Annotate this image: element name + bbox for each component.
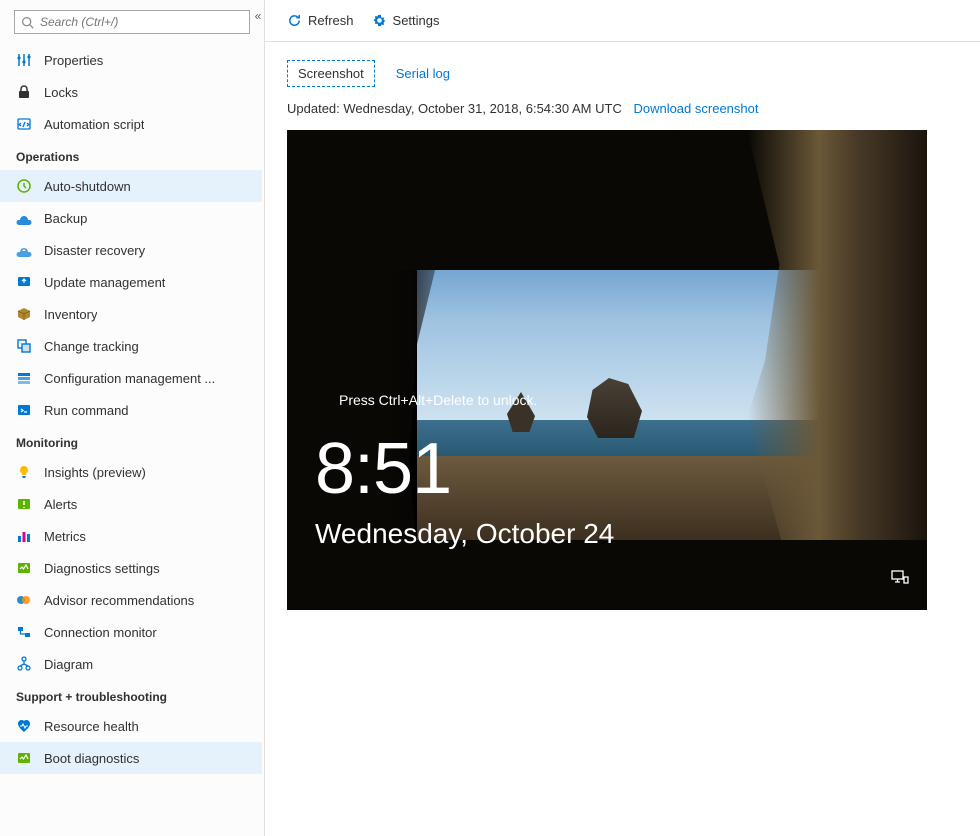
lockscreen-time: 8:51 — [315, 428, 451, 510]
changes-icon — [16, 338, 32, 354]
backup-icon — [16, 210, 32, 226]
bulb-icon — [16, 464, 32, 480]
sliders-icon — [16, 52, 32, 68]
inventory-icon — [16, 306, 32, 322]
sidebar-item-label: Metrics — [44, 529, 86, 544]
sidebar-scroll[interactable]: Properties Locks Automation script Opera… — [0, 44, 264, 836]
sidebar-item-label: Auto-shutdown — [44, 179, 131, 194]
run-icon — [16, 402, 32, 418]
boot-screenshot: Press Ctrl+Alt+Delete to unlock. 8:51 We… — [287, 130, 927, 610]
search-icon — [21, 16, 34, 29]
sidebar-item-label: Connection monitor — [44, 625, 157, 640]
sidebar-item-label: Backup — [44, 211, 87, 226]
section-header-support: Support + troubleshooting — [0, 680, 262, 710]
settings-button[interactable]: Settings — [372, 13, 440, 28]
lockscreen-unlock-message: Press Ctrl+Alt+Delete to unlock. — [339, 392, 537, 408]
sidebar-item-run-command[interactable]: Run command — [0, 394, 262, 426]
network-icon — [891, 569, 909, 588]
connmon-icon — [16, 624, 32, 640]
sidebar-item-locks[interactable]: Locks — [0, 76, 262, 108]
sidebar-item-alerts[interactable]: Alerts — [0, 488, 262, 520]
sidebar-item-label: Resource health — [44, 719, 139, 734]
sidebar-item-label: Properties — [44, 53, 103, 68]
boot-icon — [16, 750, 32, 766]
refresh-label: Refresh — [308, 13, 354, 28]
alerts-icon — [16, 496, 32, 512]
sidebar-item-advisor[interactable]: Advisor recommendations — [0, 584, 262, 616]
search-box[interactable] — [14, 10, 250, 34]
sidebar-item-properties[interactable]: Properties — [0, 44, 262, 76]
download-screenshot-link[interactable]: Download screenshot — [633, 101, 758, 116]
sidebar-item-diagram[interactable]: Diagram — [0, 648, 262, 680]
settings-label: Settings — [393, 13, 440, 28]
lock-icon — [16, 84, 32, 100]
sidebar-item-label: Diagnostics settings — [44, 561, 160, 576]
toolbar: Refresh Settings — [265, 0, 980, 42]
updated-timestamp: Wednesday, October 31, 2018, 6:54:30 AM … — [343, 101, 621, 116]
sidebar-item-metrics[interactable]: Metrics — [0, 520, 262, 552]
config-icon — [16, 370, 32, 386]
section-header-operations: Operations — [0, 140, 262, 170]
sidebar-item-label: Locks — [44, 85, 78, 100]
main-content: Refresh Settings Screenshot Serial log U… — [265, 0, 980, 836]
status-line: Updated: Wednesday, October 31, 2018, 6:… — [287, 101, 958, 116]
diagram-icon — [16, 656, 32, 672]
sidebar-item-label: Disaster recovery — [44, 243, 145, 258]
search-container — [0, 0, 264, 44]
sidebar-item-backup[interactable]: Backup — [0, 202, 262, 234]
content-area: Screenshot Serial log Updated: Wednesday… — [265, 42, 980, 628]
sidebar-item-diagnostics-settings[interactable]: Diagnostics settings — [0, 552, 262, 584]
clock-icon — [16, 178, 32, 194]
lockscreen-date: Wednesday, October 24 — [315, 518, 614, 550]
sidebar-item-label: Advisor recommendations — [44, 593, 194, 608]
sidebar: « Properties Locks Automation script Ope… — [0, 0, 265, 836]
sidebar-item-label: Diagram — [44, 657, 93, 672]
sidebar-item-label: Configuration management ... — [44, 371, 215, 386]
section-header-monitoring: Monitoring — [0, 426, 262, 456]
script-icon — [16, 116, 32, 132]
refresh-button[interactable]: Refresh — [287, 13, 354, 28]
tabs: Screenshot Serial log — [287, 60, 958, 87]
sidebar-item-label: Automation script — [44, 117, 144, 132]
diag-icon — [16, 560, 32, 576]
sidebar-item-resource-health[interactable]: Resource health — [0, 710, 262, 742]
recovery-icon — [16, 242, 32, 258]
tab-serial-log[interactable]: Serial log — [385, 60, 461, 87]
heart-icon — [16, 718, 32, 734]
sidebar-item-inventory[interactable]: Inventory — [0, 298, 262, 330]
metrics-icon — [16, 528, 32, 544]
sidebar-item-label: Inventory — [44, 307, 97, 322]
sidebar-item-label: Update management — [44, 275, 165, 290]
sidebar-item-disaster-recovery[interactable]: Disaster recovery — [0, 234, 262, 266]
updated-prefix: Updated: — [287, 101, 343, 116]
update-icon — [16, 274, 32, 290]
gear-icon — [372, 13, 387, 28]
refresh-icon — [287, 13, 302, 28]
sidebar-item-boot-diagnostics[interactable]: Boot diagnostics — [0, 742, 262, 774]
sidebar-item-label: Run command — [44, 403, 129, 418]
sidebar-item-insights[interactable]: Insights (preview) — [0, 456, 262, 488]
sidebar-item-label: Change tracking — [44, 339, 139, 354]
wallpaper-cave — [287, 540, 927, 610]
sidebar-item-automation-script[interactable]: Automation script — [0, 108, 262, 140]
sidebar-item-label: Boot diagnostics — [44, 751, 139, 766]
advisor-icon — [16, 592, 32, 608]
sidebar-item-label: Insights (preview) — [44, 465, 146, 480]
sidebar-item-connection-monitor[interactable]: Connection monitor — [0, 616, 262, 648]
sidebar-item-label: Alerts — [44, 497, 77, 512]
tab-screenshot[interactable]: Screenshot — [287, 60, 375, 87]
collapse-sidebar-button[interactable]: « — [248, 6, 268, 26]
sidebar-item-auto-shutdown[interactable]: Auto-shutdown — [0, 170, 262, 202]
sidebar-item-update-management[interactable]: Update management — [0, 266, 262, 298]
sidebar-item-change-tracking[interactable]: Change tracking — [0, 330, 262, 362]
search-input[interactable] — [40, 15, 243, 29]
sidebar-item-configuration-management[interactable]: Configuration management ... — [0, 362, 262, 394]
